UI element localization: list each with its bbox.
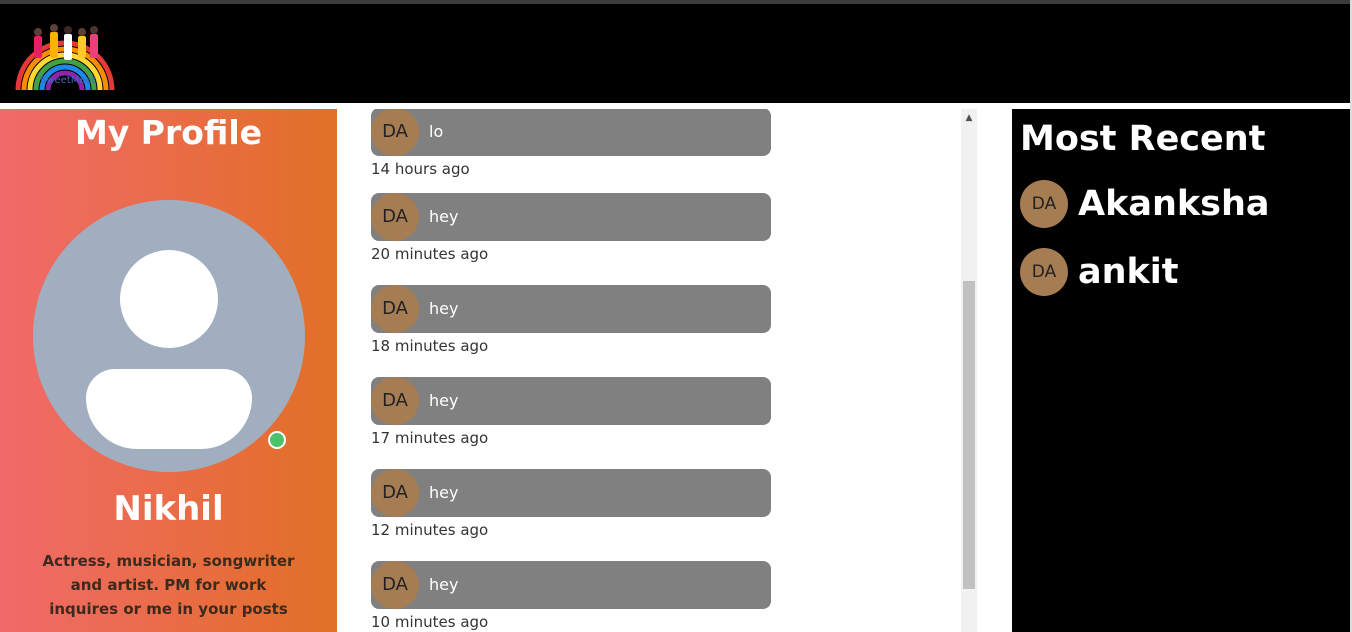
- logo-text: SweetMeet: [40, 75, 96, 86]
- message-time: 20 minutes ago: [371, 245, 489, 263]
- message-text: lo: [429, 122, 444, 141]
- message-time: 18 minutes ago: [371, 337, 489, 355]
- message-bubble[interactable]: DA hey: [371, 285, 771, 333]
- profile-name: Nikhil: [113, 489, 224, 529]
- message-bubble[interactable]: DA hey: [371, 561, 771, 609]
- message-bubble[interactable]: DA hey: [371, 377, 771, 425]
- message-item: DA hey 17 minutes ago: [371, 377, 771, 447]
- message-text: hey: [429, 299, 459, 318]
- contact-name: ankit: [1078, 252, 1179, 292]
- message-text: hey: [429, 483, 459, 502]
- profile-bio: Actress, musician, songwriter and artist…: [42, 552, 295, 618]
- message-time: 14 hours ago: [371, 160, 470, 178]
- message-text: hey: [429, 575, 459, 594]
- sender-avatar: DA: [371, 561, 419, 609]
- profile-title: My Profile: [74, 113, 263, 152]
- online-status-dot: [268, 431, 286, 449]
- sender-avatar: DA: [371, 285, 419, 333]
- scroll-thumb[interactable]: [963, 281, 975, 589]
- feed-scrollbar[interactable]: ▲: [961, 109, 977, 632]
- contact-name: Akanksha: [1078, 184, 1270, 224]
- message-item: DA hey 10 minutes ago: [371, 561, 771, 631]
- profile-panel: My Profile Nikhil Actress, musician, son…: [0, 109, 337, 632]
- message-bubble[interactable]: DA hey: [371, 469, 771, 517]
- most-recent-panel: Most Recent DA Akanksha DA ankit: [1012, 109, 1350, 632]
- avatar-body-icon: [86, 369, 252, 449]
- sender-avatar: DA: [371, 193, 419, 241]
- most-recent-title: Most Recent: [1020, 119, 1266, 159]
- contact-avatar: DA: [1020, 248, 1068, 296]
- message-bubble[interactable]: DA lo: [371, 109, 771, 156]
- avatar-head-icon: [120, 250, 218, 348]
- app-header: SweetMeet: [0, 4, 1350, 103]
- contact-avatar: DA: [1020, 180, 1068, 228]
- message-feed[interactable]: DA lo 14 hours ago DA hey 20 minutes ago…: [337, 109, 961, 632]
- sender-avatar: DA: [371, 109, 419, 156]
- message-text: hey: [429, 391, 459, 410]
- message-bubble[interactable]: DA hey: [371, 193, 771, 241]
- message-time: 10 minutes ago: [371, 613, 489, 631]
- sender-avatar: DA: [371, 469, 419, 517]
- profile-avatar[interactable]: [33, 200, 305, 472]
- message-time: 12 minutes ago: [371, 521, 489, 539]
- message-time: 17 minutes ago: [371, 429, 489, 447]
- message-item: DA hey 18 minutes ago: [371, 285, 771, 355]
- message-item: DA hey 12 minutes ago: [371, 469, 771, 539]
- message-item: DA lo 14 hours ago: [371, 109, 771, 178]
- message-text: hey: [429, 207, 459, 226]
- scroll-up-arrow-icon[interactable]: ▲: [961, 111, 977, 125]
- sender-avatar: DA: [371, 377, 419, 425]
- message-item: DA hey 20 minutes ago: [371, 193, 771, 263]
